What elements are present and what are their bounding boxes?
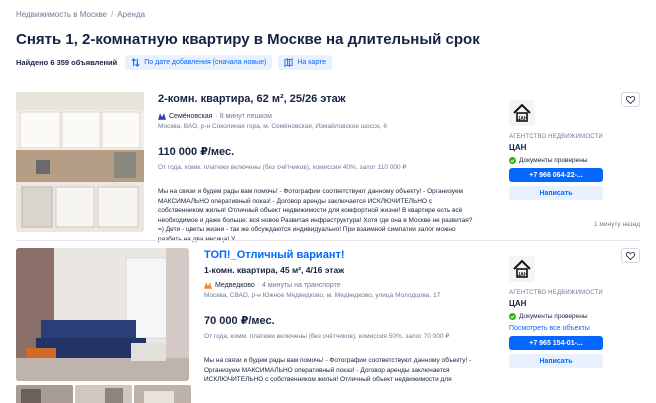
verified-badge: Документы проверены bbox=[509, 313, 604, 320]
listing-description: Мы на связи и будем рады вам помочь! - Ф… bbox=[158, 188, 473, 243]
svg-text:ЦАН: ЦАН bbox=[517, 116, 528, 122]
listing-photo[interactable] bbox=[16, 248, 189, 381]
listing-price: 110 000 ₽/мес. bbox=[158, 146, 235, 158]
price-terms: От года, комм. платежи включены (без счё… bbox=[204, 333, 450, 340]
all-objects-link[interactable]: Посмотреть все объекты bbox=[509, 325, 604, 332]
time-added: 1 минуту назад bbox=[594, 221, 640, 228]
listing-card[interactable]: ТОП!_Отличный вариант! 1-комн. квартира,… bbox=[16, 248, 640, 403]
photo-thumbnail[interactable] bbox=[75, 385, 132, 403]
heart-icon bbox=[626, 251, 635, 260]
listing-address[interactable]: Москва, СВАО, р-н Южное Медведково, м. М… bbox=[204, 292, 524, 299]
metro-info: Медведково · 4 минуты на транспорте bbox=[204, 282, 524, 289]
page-title: Снять 1, 2-комнатную квартиру в Москве н… bbox=[16, 31, 480, 48]
photo-thumbnail[interactable] bbox=[16, 385, 73, 403]
divider bbox=[16, 240, 640, 241]
favorite-button[interactable] bbox=[621, 248, 640, 263]
sort-icon bbox=[131, 57, 140, 67]
favorite-button[interactable] bbox=[621, 92, 640, 107]
verified-label: Документы проверены bbox=[519, 157, 588, 164]
breadcrumb: Недвижимость в Москве / Аренда bbox=[16, 10, 145, 19]
metro-info: Семёновская · 8 минут пешком bbox=[158, 113, 478, 120]
map-label: На карте bbox=[297, 58, 327, 66]
check-circle-icon bbox=[509, 313, 516, 320]
agent-type: АГЕНТСТВО НЕДВИЖИМОСТИ bbox=[509, 134, 603, 140]
verified-label: Документы проверены bbox=[519, 313, 588, 320]
photo-thumbnail[interactable] bbox=[134, 385, 191, 403]
sort-label: По дате добавления (сначала новые) bbox=[144, 58, 267, 66]
metro-icon bbox=[204, 282, 212, 289]
heart-icon bbox=[626, 95, 635, 104]
metro-station[interactable]: Медведково bbox=[215, 282, 255, 289]
map-icon bbox=[284, 57, 293, 67]
metro-distance: · 8 минут пешком bbox=[215, 113, 272, 120]
listing-photo[interactable] bbox=[16, 92, 144, 232]
agent-name[interactable]: ЦАН bbox=[509, 299, 604, 308]
sort-button[interactable]: По дате добавления (сначала новые) bbox=[125, 54, 273, 70]
show-phone-button[interactable]: +7 966 064-22-... bbox=[509, 168, 603, 182]
listing-address[interactable]: Москва, ВАО, р-н Соколиная гора, м. Семё… bbox=[158, 123, 478, 130]
listing-info: 2-комн. квартира, 62 м², 25/26 этаж Семё… bbox=[158, 92, 478, 244]
results-toolbar: Найдено 6 359 объявлений По дате добавле… bbox=[16, 54, 333, 70]
listing-title[interactable]: 2-комн. квартира, 62 м², 25/26 этаж bbox=[158, 92, 478, 106]
agent-block: ЦАН АГЕНТСТВО НЕДВИЖИМОСТИ ЦАН Документы… bbox=[509, 100, 604, 200]
metro-distance: · 4 минуты на транспорте bbox=[257, 282, 341, 289]
breadcrumb-link-rent[interactable]: Аренда bbox=[117, 10, 145, 19]
breadcrumb-link-realty[interactable]: Недвижимость в Москве bbox=[16, 10, 107, 19]
listing-description: Мы на связи и будем рады вам помочь! - Ф… bbox=[204, 357, 472, 383]
map-button[interactable]: На карте bbox=[278, 54, 333, 70]
agent-logo[interactable]: ЦАН bbox=[509, 100, 535, 126]
agent-logo[interactable]: ЦАН bbox=[509, 256, 535, 282]
svg-text:ЦАН: ЦАН bbox=[517, 272, 528, 278]
listing-card[interactable]: 2-комн. квартира, 62 м², 25/26 этаж Семё… bbox=[16, 92, 640, 243]
agent-name[interactable]: ЦАН bbox=[509, 143, 604, 152]
show-phone-button[interactable]: +7 965 154-01-... bbox=[509, 336, 603, 350]
metro-station[interactable]: Семёновская bbox=[169, 113, 212, 120]
listing-price: 70 000 ₽/мес. bbox=[204, 315, 275, 327]
listing-info: ТОП!_Отличный вариант! 1-комн. квартира,… bbox=[204, 248, 524, 385]
results-count: Найдено 6 359 объявлений bbox=[16, 57, 118, 67]
listing-subtitle: 1-комн. квартира, 45 м², 4/16 этаж bbox=[204, 265, 345, 275]
agent-type: АГЕНТСТВО НЕДВИЖИМОСТИ bbox=[509, 290, 603, 296]
listing-title[interactable]: ТОП!_Отличный вариант! bbox=[204, 248, 524, 262]
photo-thumbnails bbox=[16, 385, 191, 403]
write-message-button[interactable]: Написать bbox=[509, 186, 603, 200]
price-terms: От года, комм. платежи включены (без счё… bbox=[158, 164, 407, 171]
metro-icon bbox=[158, 113, 166, 120]
breadcrumb-separator: / bbox=[111, 10, 114, 19]
write-message-button[interactable]: Написать bbox=[509, 354, 603, 368]
agent-block: ЦАН АГЕНТСТВО НЕДВИЖИМОСТИ ЦАН Документы… bbox=[509, 256, 604, 368]
verified-badge: Документы проверены bbox=[509, 157, 604, 164]
check-circle-icon bbox=[509, 157, 516, 164]
